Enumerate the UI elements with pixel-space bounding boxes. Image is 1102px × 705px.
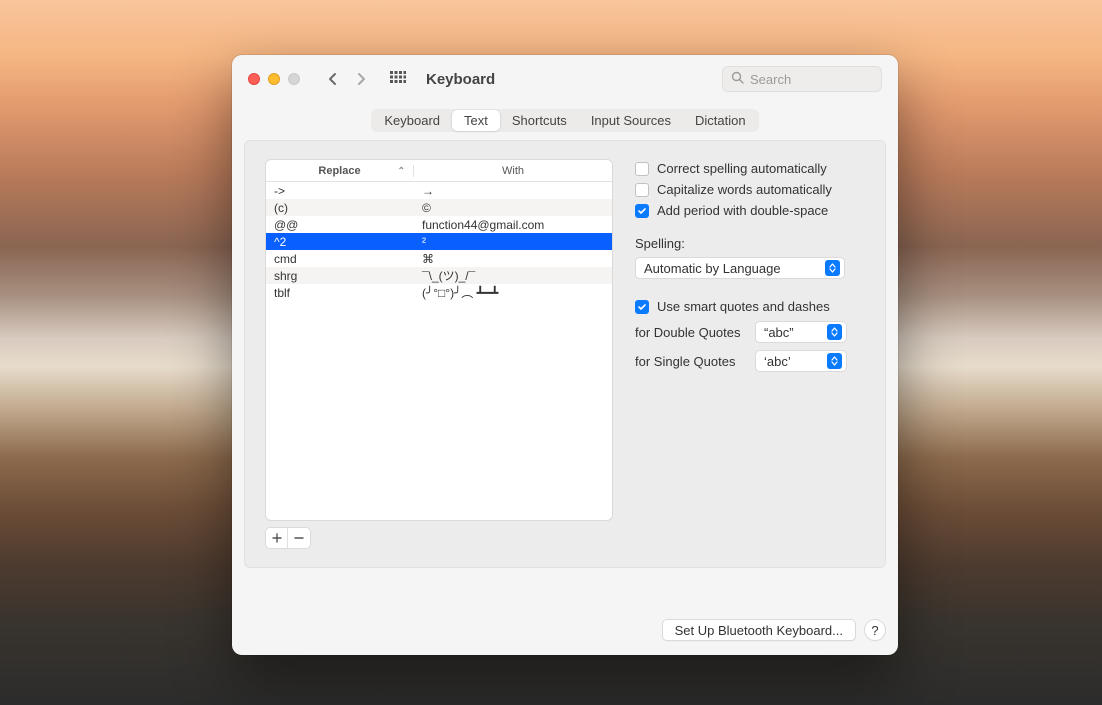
tab-dictation[interactable]: Dictation (683, 110, 758, 131)
cell-with[interactable]: © (414, 201, 612, 215)
correct-spelling-row: Correct spelling automatically (635, 161, 865, 176)
table-row[interactable]: (c)© (266, 199, 612, 216)
show-all-icon[interactable] (388, 69, 408, 89)
table-row[interactable]: tblf(╯°□°)╯︵ ┻━┻ (266, 284, 612, 301)
preferences-window: Keyboard KeyboardTextShortcutsInput Sour… (232, 55, 898, 655)
page-title: Keyboard (426, 71, 495, 88)
footer: Set Up Bluetooth Keyboard... ? (232, 619, 898, 655)
table-row[interactable]: ->→ (266, 182, 612, 199)
sort-caret-icon: ⌃ (397, 165, 405, 176)
add-button[interactable] (266, 528, 288, 548)
help-button[interactable]: ? (864, 619, 886, 641)
close-button[interactable] (248, 73, 260, 85)
cell-replace[interactable]: tblf (266, 286, 414, 300)
back-button[interactable] (322, 68, 344, 90)
tabs-bar: KeyboardTextShortcutsInput SourcesDictat… (232, 103, 898, 140)
cell-with[interactable]: ² (414, 235, 612, 249)
nav-buttons (322, 68, 372, 90)
cell-replace[interactable]: (c) (266, 201, 414, 215)
table-row[interactable]: ^2² (266, 233, 612, 250)
cell-with[interactable]: (╯°□°)╯︵ ┻━┻ (414, 284, 612, 301)
replacements-table[interactable]: Replace ⌃ With ->→(c)©@@function44@gmail… (265, 159, 613, 521)
content-panel: Replace ⌃ With ->→(c)©@@function44@gmail… (244, 140, 886, 568)
double-quotes-value: “abc” (764, 325, 794, 340)
cell-replace[interactable]: @@ (266, 218, 414, 232)
spelling-popup[interactable]: Automatic by Language (635, 257, 845, 279)
cell-with[interactable]: → (414, 184, 612, 198)
updown-stepper-icon (825, 260, 840, 276)
tab-shortcuts[interactable]: Shortcuts (500, 110, 579, 131)
column-header-with[interactable]: With (414, 165, 612, 177)
capitalize-label: Capitalize words automatically (657, 182, 832, 197)
replacements-panel: Replace ⌃ With ->→(c)©@@function44@gmail… (265, 159, 613, 549)
remove-button[interactable] (288, 528, 310, 548)
smart-quotes-checkbox[interactable] (635, 300, 649, 314)
spelling-value: Automatic by Language (644, 261, 781, 276)
capitalize-checkbox[interactable] (635, 183, 649, 197)
tab-text[interactable]: Text (452, 110, 500, 131)
single-quotes-value: ‘abc’ (764, 354, 791, 369)
cell-with[interactable]: function44@gmail.com (414, 218, 612, 232)
search-input[interactable] (750, 72, 873, 87)
capitalize-row: Capitalize words automatically (635, 182, 865, 197)
tab-keyboard[interactable]: Keyboard (372, 110, 452, 131)
cell-replace[interactable]: shrg (266, 269, 414, 283)
table-header: Replace ⌃ With (266, 160, 612, 182)
cell-replace[interactable]: -> (266, 184, 414, 198)
tab-input-sources[interactable]: Input Sources (579, 110, 683, 131)
minimize-button[interactable] (268, 73, 280, 85)
double-quotes-row: for Double Quotes “abc” (635, 321, 865, 343)
double-quotes-popup[interactable]: “abc” (755, 321, 847, 343)
bluetooth-keyboard-button[interactable]: Set Up Bluetooth Keyboard... (662, 619, 856, 641)
table-body: ->→(c)©@@function44@gmail.com^2²cmd⌘shrg… (266, 182, 612, 520)
single-quotes-popup[interactable]: ‘abc’ (755, 350, 847, 372)
traffic-lights (248, 73, 300, 85)
single-quotes-row: for Single Quotes ‘abc’ (635, 350, 865, 372)
cell-replace[interactable]: cmd (266, 252, 414, 266)
search-field[interactable] (722, 66, 882, 92)
single-quotes-label: for Single Quotes (635, 354, 747, 369)
cell-with[interactable]: ⌘ (414, 252, 612, 266)
correct-spelling-label: Correct spelling automatically (657, 161, 827, 176)
options-panel: Correct spelling automatically Capitaliz… (635, 159, 865, 549)
segmented-control: KeyboardTextShortcutsInput SourcesDictat… (371, 109, 758, 132)
table-row[interactable]: shrg¯\_(ツ)_/¯ (266, 267, 612, 284)
double-space-period-row: Add period with double-space (635, 203, 865, 218)
table-row[interactable]: cmd⌘ (266, 250, 612, 267)
add-remove-control (265, 527, 311, 549)
smart-quotes-row: Use smart quotes and dashes (635, 299, 865, 314)
maximize-button (288, 73, 300, 85)
correct-spelling-checkbox[interactable] (635, 162, 649, 176)
double-space-period-checkbox[interactable] (635, 204, 649, 218)
cell-replace[interactable]: ^2 (266, 235, 414, 249)
column-header-replace[interactable]: Replace ⌃ (266, 165, 414, 177)
double-quotes-label: for Double Quotes (635, 325, 747, 340)
spelling-label: Spelling: (635, 236, 865, 251)
cell-with[interactable]: ¯\_(ツ)_/¯ (414, 267, 612, 284)
smart-quotes-label: Use smart quotes and dashes (657, 299, 830, 314)
updown-stepper-icon (827, 353, 842, 369)
forward-button (350, 68, 372, 90)
double-space-period-label: Add period with double-space (657, 203, 828, 218)
table-row[interactable]: @@function44@gmail.com (266, 216, 612, 233)
titlebar: Keyboard (232, 55, 898, 103)
search-icon (731, 71, 744, 87)
updown-stepper-icon (827, 324, 842, 340)
